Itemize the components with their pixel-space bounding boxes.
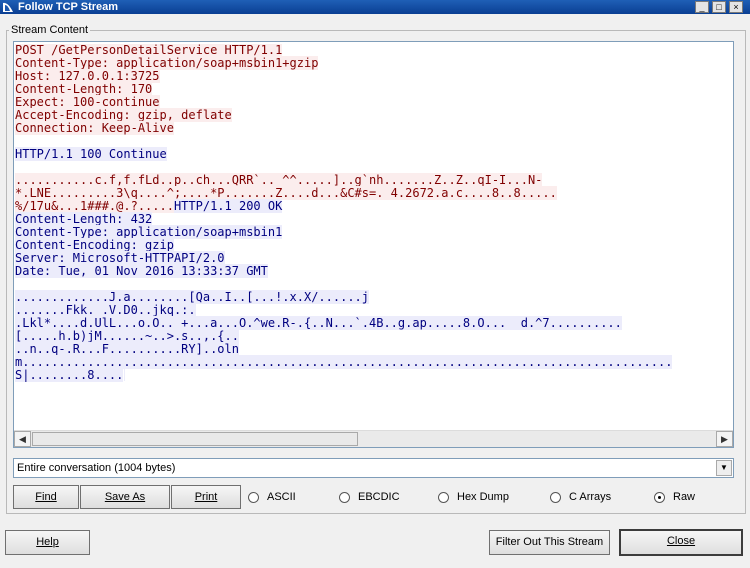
chevron-down-icon[interactable]: ▼ [716, 460, 732, 476]
line-text: Content-Type: application/soap+msbin1 [15, 225, 283, 239]
stream-lines: POST /GetPersonDetailService HTTP/1.1 Con… [14, 44, 733, 432]
find-button[interactable]: Find [13, 485, 79, 509]
line-text: Host: 127.0.0.1:3725 [15, 69, 160, 83]
save-as-button[interactable]: Save As [80, 485, 170, 509]
line-text: .............J.a........[Qa..I..[...!.x.… [15, 290, 370, 304]
radio-circle [438, 492, 449, 503]
radio-label: C Arrays [569, 491, 612, 503]
line-text: Content-Encoding: gzip [15, 238, 174, 252]
maximize-button[interactable]: □ [712, 1, 726, 13]
text-caret [124, 369, 126, 381]
radio-circle [654, 492, 665, 503]
conversation-select[interactable]: Entire conversation (1004 bytes) ▼ [13, 458, 734, 478]
scrollbar-thumb[interactable] [32, 432, 358, 446]
server-line: HTTP/1.1 100 Continue [14, 147, 733, 161]
line-text: HTTP/1.1 100 Continue [15, 147, 167, 161]
help-button[interactable]: Help [5, 530, 90, 555]
server-segment: HTTP/1.1 200 OK [173, 199, 283, 213]
radio-label: ASCII [267, 491, 296, 503]
stream-content-label: Stream Content [9, 23, 91, 37]
close-window-button[interactable]: × [729, 1, 743, 13]
server-line: Date: Tue, 01 Nov 2016 13:33:37 GMT [14, 264, 733, 278]
line-text: [.....h.b)jM......~..>.s..,.{.. [15, 329, 239, 343]
conversation-select-value: Entire conversation (1004 bytes) [17, 462, 176, 474]
client-line: Connection: Keep-Alive [14, 121, 733, 135]
line-text: Date: Tue, 01 Nov 2016 13:33:37 GMT [15, 264, 268, 278]
scroll-left-icon[interactable]: ◀ [14, 431, 31, 447]
line-text: Content-Type: application/soap+msbin1+gz… [15, 56, 319, 70]
radio-circle [339, 492, 350, 503]
filter-out-stream-button[interactable]: Filter Out This Stream [489, 530, 610, 555]
scroll-right-icon[interactable]: ▶ [716, 431, 733, 447]
radio-label: Raw [673, 491, 696, 503]
line-text: ..n..q-.R...F..........RY]..oln [15, 342, 239, 356]
stream-text-area[interactable]: POST /GetPersonDetailService HTTP/1.1 Con… [13, 41, 734, 448]
line-text: ...........c.f,f.fLd..p..ch...QRR`.._^^.… [15, 173, 543, 187]
line-text: *.LNE.........3\q....^;....*P.......Z...… [15, 186, 557, 200]
line-text: Accept-Encoding: gzip, deflate [15, 108, 232, 122]
wireshark-fin-icon [3, 2, 13, 12]
close-button[interactable]: Close [619, 529, 743, 556]
line-text: Content-Length: 170 [15, 82, 153, 96]
line-text: Server: Microsoft-HTTPAPI/2.0 [15, 251, 225, 265]
window-title: Follow TCP Stream [18, 1, 119, 13]
radio-circle [248, 492, 259, 503]
line-text: Expect: 100-continue [15, 95, 160, 109]
title-bar: Follow TCP Stream _ □ × [0, 0, 750, 14]
line-text: Content-Length: 432 [15, 212, 153, 226]
line-text: .......Fkk._.V.D0..jkq.:. [15, 303, 196, 317]
server-line: S|........8.... [14, 368, 733, 382]
line-text: Connection: Keep-Alive [15, 121, 174, 135]
line-text: .Lkl*....d.UlL...o.O.._+...a...O.^we.R-.… [15, 316, 622, 330]
print-button[interactable]: Print [171, 485, 241, 509]
radio-label: Hex Dump [457, 491, 509, 503]
line-text: m.......................................… [15, 355, 673, 369]
radio-circle [550, 492, 561, 503]
radio-label: EBCDIC [358, 491, 400, 503]
horizontal-scrollbar[interactable]: ◀ ▶ [14, 430, 733, 447]
client-segment: %/17u&...1###.@.?..... [15, 199, 174, 213]
line-text: S|........8.... [15, 368, 124, 382]
minimize-button[interactable]: _ [695, 1, 709, 13]
